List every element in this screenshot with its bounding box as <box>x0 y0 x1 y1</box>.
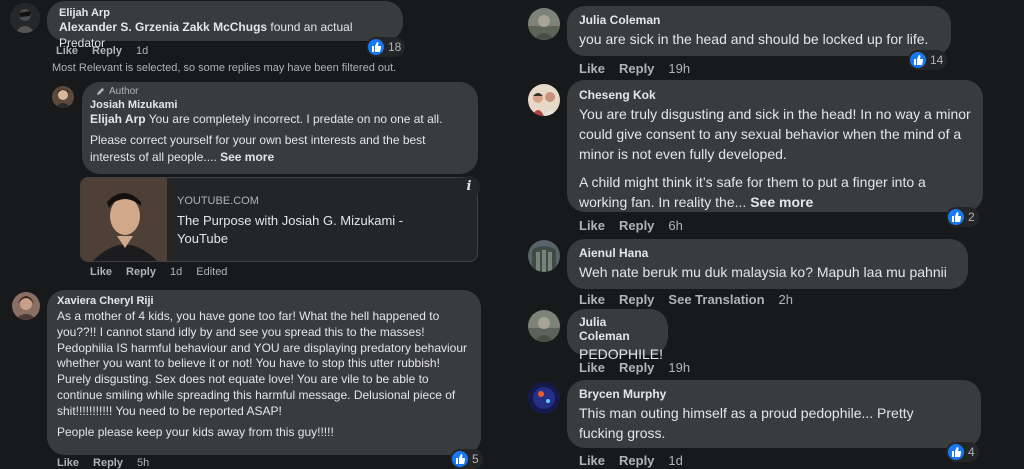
comment-body: This man outing himself as a proud pedop… <box>579 405 914 441</box>
comment-actions: Like Reply 1d Edited <box>90 266 241 278</box>
see-more-link[interactable]: See more <box>220 150 274 164</box>
like-button[interactable]: Like <box>90 266 112 278</box>
reaction-count[interactable]: 5 <box>450 449 483 469</box>
like-button[interactable]: Like <box>579 453 605 468</box>
comment-body: you are sick in the head and should be l… <box>579 31 929 47</box>
see-translation-link[interactable]: See Translation <box>668 292 764 307</box>
comment-body: People please keep your kids away from t… <box>57 424 334 439</box>
comment-bubble: Xaviera Cheryl Riji As a mother of 4 kid… <box>47 290 481 455</box>
like-button[interactable]: Like <box>56 45 78 57</box>
reaction-number: 5 <box>472 452 479 466</box>
reply-button[interactable]: Reply <box>93 457 123 469</box>
comment-body: Weh nate beruk mu duk malaysia ko? Mapuh… <box>579 264 947 280</box>
info-icon[interactable]: i <box>458 176 480 198</box>
reply-button[interactable]: Reply <box>619 360 654 375</box>
reply-button[interactable]: Reply <box>126 266 156 278</box>
reply-button[interactable]: Reply <box>619 453 654 468</box>
video-thumbnail <box>81 178 167 261</box>
timestamp[interactable]: 5h <box>137 457 149 469</box>
mention-tag[interactable]: Alexander S. Grzenia Zakk McChugs <box>59 20 267 34</box>
reaction-count[interactable]: 2 <box>946 207 979 227</box>
like-reaction-icon <box>910 52 926 68</box>
reaction-number: 14 <box>930 53 944 67</box>
comment-bubble: Elijah Arp Alexander S. Grzenia Zakk McC… <box>47 1 403 50</box>
like-reaction-icon <box>948 444 964 460</box>
timestamp[interactable]: 19h <box>668 360 690 375</box>
avatar[interactable] <box>10 3 40 33</box>
reply-button[interactable]: Reply <box>619 61 654 76</box>
comment-body: You are truly disgusting and sick in the… <box>579 106 971 162</box>
reaction-number: 18 <box>388 40 402 54</box>
link-title[interactable]: The Purpose with Josiah G. Mizukami - Yo… <box>177 212 437 248</box>
comment-author[interactable]: Josiah Mizukami <box>90 99 470 111</box>
comment-bubble: Julia Coleman you are sick in the head a… <box>567 6 951 56</box>
edited-label[interactable]: Edited <box>196 266 227 278</box>
link-domain: YOUTUBE.COM <box>177 195 259 207</box>
comment-bubble: Aienul Hana Weh nate beruk mu duk malays… <box>567 239 968 289</box>
like-reaction-icon <box>948 209 964 225</box>
comment-actions: Like Reply 1d <box>56 45 162 57</box>
comment-text: Elijah Arp You are completely incorrect.… <box>90 111 470 128</box>
comment-body: You are completely incorrect. I predate … <box>145 112 443 126</box>
like-button[interactable]: Like <box>57 457 79 469</box>
comment-author[interactable]: Aienul Hana <box>579 246 956 260</box>
reply-button[interactable]: Reply <box>619 292 654 307</box>
like-button[interactable]: Like <box>579 218 605 233</box>
avatar[interactable] <box>52 86 74 108</box>
comment-author[interactable]: Julia Coleman <box>579 315 656 343</box>
reply-button[interactable]: Reply <box>619 218 654 233</box>
comment-actions: Like Reply 5h <box>57 457 163 469</box>
avatar[interactable] <box>528 382 560 414</box>
comment-bubble: Brycen Murphy This man outing himself as… <box>567 380 981 448</box>
comment-bubble: Author Josiah Mizukami Elijah Arp You ar… <box>82 82 478 174</box>
comment-author[interactable]: Xaviera Cheryl Riji <box>57 295 471 307</box>
avatar[interactable] <box>12 292 40 320</box>
link-preview-card[interactable]: YOUTUBE.COM The Purpose with Josiah G. M… <box>80 177 478 262</box>
timestamp[interactable]: 6h <box>668 218 682 233</box>
reaction-number: 2 <box>968 210 975 224</box>
like-reaction-icon <box>368 39 384 55</box>
comment-bubble: Cheseng Kok You are truly disgusting and… <box>567 80 983 212</box>
mention-tag[interactable]: Elijah Arp <box>90 112 146 126</box>
reaction-count[interactable]: 18 <box>366 37 406 57</box>
reaction-count[interactable]: 4 <box>946 442 979 462</box>
like-button[interactable]: Like <box>579 360 605 375</box>
see-more-link[interactable]: See more <box>750 194 813 210</box>
avatar[interactable] <box>528 84 560 116</box>
avatar[interactable] <box>528 8 560 40</box>
comment-actions: Like Reply 1d <box>579 453 697 468</box>
comment-author[interactable]: Cheseng Kok <box>579 88 971 102</box>
reaction-number: 4 <box>968 445 975 459</box>
like-button[interactable]: Like <box>579 292 605 307</box>
timestamp[interactable]: 1d <box>170 266 182 278</box>
pencil-icon <box>96 87 105 96</box>
comment-text: Please correct yourself for your own bes… <box>90 132 470 166</box>
timestamp[interactable]: 1d <box>136 45 148 57</box>
reaction-count[interactable]: 14 <box>908 50 948 70</box>
avatar[interactable] <box>528 310 560 342</box>
comment-author[interactable]: Julia Coleman <box>579 13 939 27</box>
reply-button[interactable]: Reply <box>92 45 122 57</box>
timestamp[interactable]: 19h <box>668 61 690 76</box>
timestamp[interactable]: 1d <box>668 453 682 468</box>
comment-text: A child might think it’s safe for them t… <box>579 172 971 212</box>
author-badge-label: Author <box>109 86 139 97</box>
comment-actions: Like Reply 6h <box>579 218 697 233</box>
author-badge: Author <box>96 86 470 97</box>
comment-actions: Like Reply 19h <box>579 360 704 375</box>
like-reaction-icon <box>452 451 468 467</box>
like-button[interactable]: Like <box>579 61 605 76</box>
comment-bubble: Julia Coleman PEDOPHILE! <box>567 309 668 362</box>
comment-body: As a mother of 4 kids, you have gone too… <box>57 309 468 418</box>
avatar[interactable] <box>528 240 560 272</box>
filter-note: Most Relevant is selected, so some repli… <box>52 62 397 74</box>
comment-author[interactable]: Brycen Murphy <box>579 387 969 401</box>
comment-actions: Like Reply See Translation 2h <box>579 292 807 307</box>
comment-actions: Like Reply 19h <box>579 61 704 76</box>
comment-author[interactable]: Elijah Arp <box>59 7 391 19</box>
timestamp[interactable]: 2h <box>779 292 793 307</box>
